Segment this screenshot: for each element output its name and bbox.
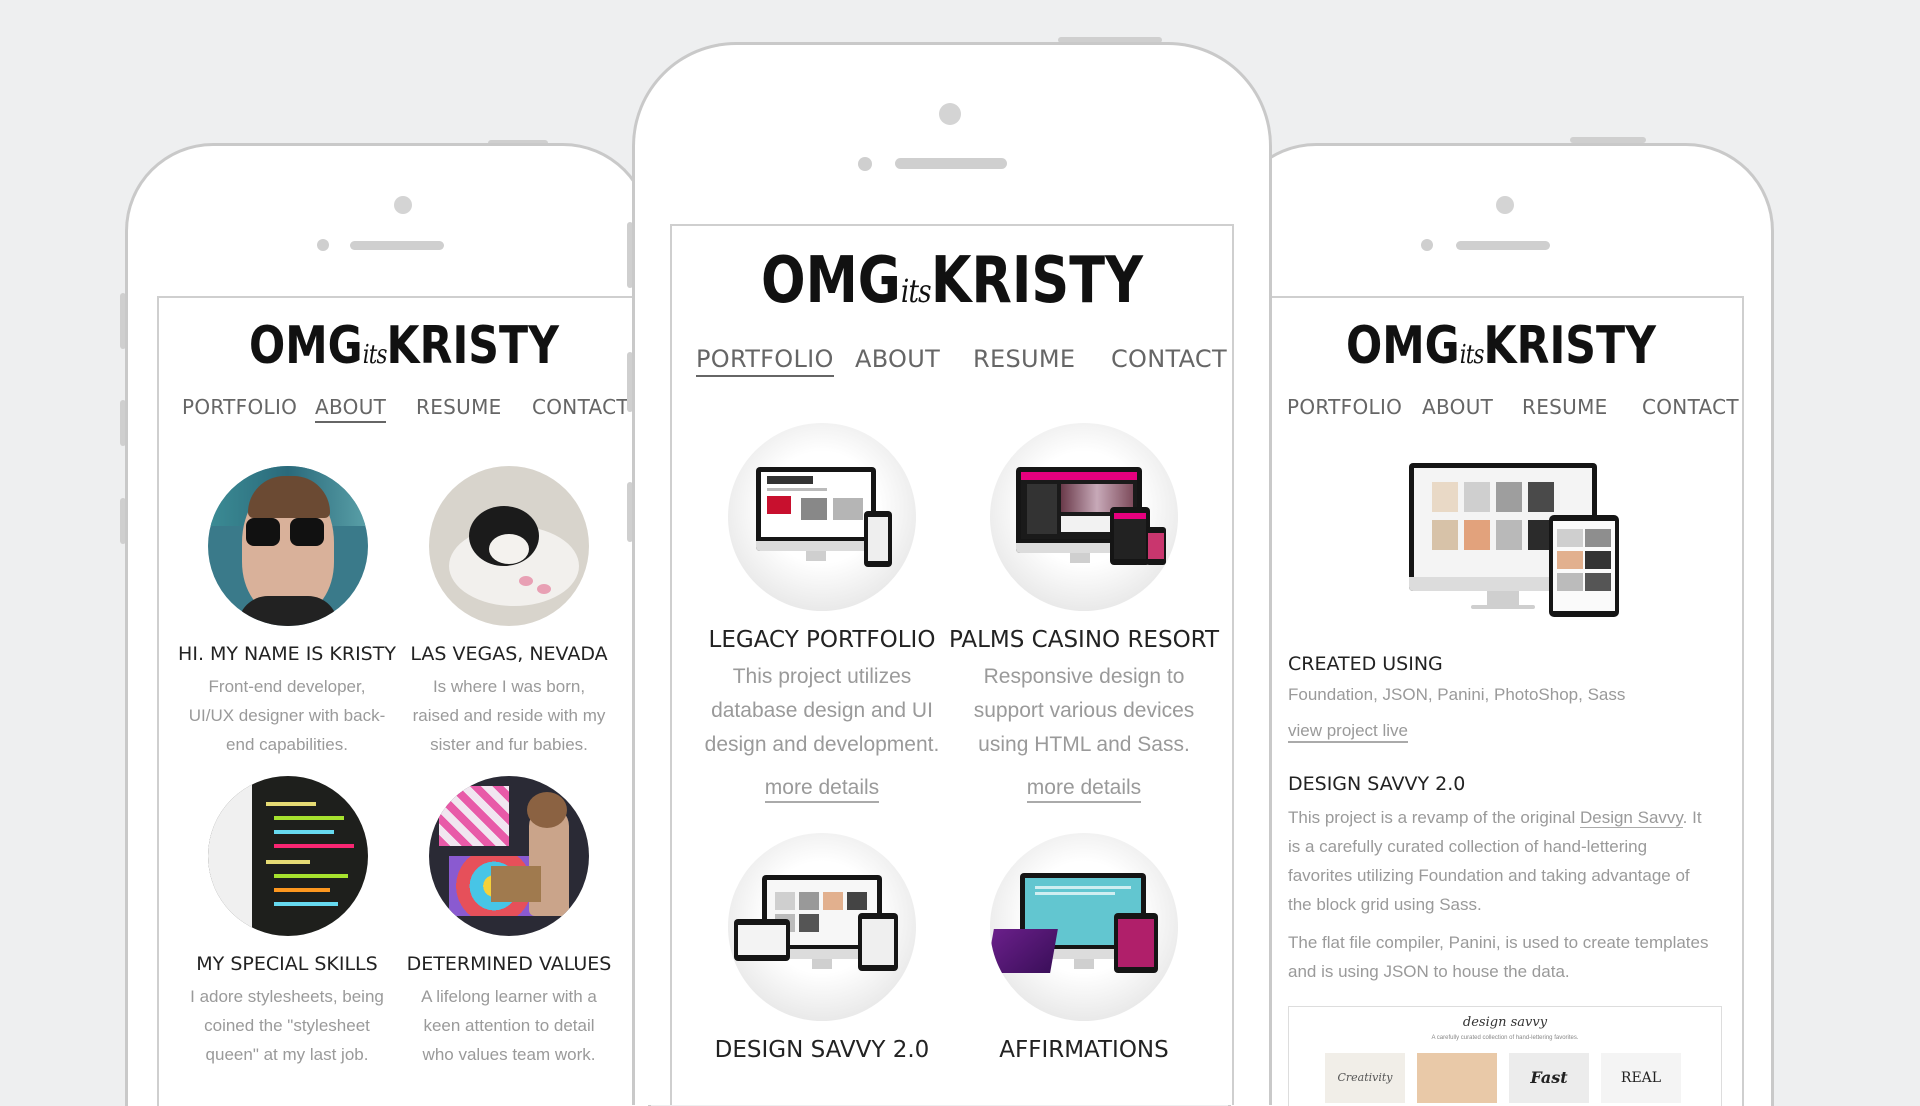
profile-photo — [208, 466, 368, 626]
about-card-title: HI. MY NAME IS KRISTY — [178, 643, 396, 665]
project-thumb-design-savvy[interactable] — [728, 833, 916, 1021]
preview-tile — [1417, 1053, 1497, 1103]
nav-contact[interactable]: CONTACT — [532, 395, 629, 419]
project-preview-image: design savvy A carefully curated collect… — [1288, 1006, 1722, 1106]
phone-right-camera — [1421, 239, 1433, 251]
project-card-text: This project utilizes database design and… — [704, 665, 940, 756]
code-photo — [208, 776, 368, 936]
nav-resume[interactable]: RESUME — [973, 345, 1075, 373]
preview-title: design savvy — [1462, 1015, 1548, 1030]
project-thumb-legacy[interactable] — [728, 423, 916, 611]
phone-left-screen: OMGitsKRISTY PORTFOLIO ABOUT RESUME CONT… — [157, 296, 648, 1106]
about-card-text: A lifelong learner with a keen attention … — [421, 987, 597, 1064]
cat-photo — [429, 466, 589, 626]
phone-center: OMGitsKRISTY PORTFOLIO ABOUT RESUME CONT… — [632, 42, 1272, 1105]
phone-left: OMGitsKRISTY PORTFOLIO ABOUT RESUME CONT… — [125, 143, 651, 1106]
phone-right: OMGitsKRISTY PORTFOLIO ABOUT RESUME CONT… — [1228, 143, 1774, 1106]
nav-about[interactable]: ABOUT — [1422, 395, 1493, 419]
created-using-title: CREATED USING — [1288, 653, 1443, 675]
project-description: This project is a revamp of the original… — [1288, 808, 1702, 914]
site-logo[interactable]: OMGitsKRISTY — [1280, 316, 1723, 376]
nav-resume[interactable]: RESUME — [1522, 395, 1608, 419]
phone-right-speaker — [1456, 241, 1550, 250]
nav-portfolio[interactable]: PORTFOLIO — [182, 395, 297, 419]
preview-tile: Creativity — [1325, 1053, 1405, 1103]
nav-contact[interactable]: CONTACT — [1642, 395, 1739, 419]
phone-center-sensor — [939, 103, 961, 125]
project-card-text: Responsive design to support various devi… — [973, 665, 1195, 756]
project-thumb-affirmations[interactable] — [990, 833, 1178, 1021]
project-card-title: PALMS CASINO RESORT — [948, 627, 1220, 653]
preview-tile: Fast — [1509, 1053, 1589, 1103]
about-card-title: MY SPECIAL SKILLS — [196, 953, 378, 975]
nav-portfolio[interactable]: PORTFOLIO — [696, 345, 834, 377]
nav-portfolio[interactable]: PORTFOLIO — [1287, 395, 1402, 419]
nav-about[interactable]: ABOUT — [315, 395, 387, 423]
project-card-title: AFFIRMATIONS — [999, 1037, 1169, 1063]
phone-right-sensor — [1496, 196, 1514, 214]
nav-about[interactable]: ABOUT — [855, 345, 940, 373]
logo-its-script: its — [900, 272, 932, 310]
nav-resume[interactable]: RESUME — [416, 395, 502, 419]
view-project-live-link[interactable]: view project live — [1288, 721, 1408, 743]
project-title: DESIGN SAVVY 2.0 — [1288, 773, 1466, 795]
phone-center-speaker — [895, 158, 1007, 169]
nav-contact[interactable]: CONTACT — [1111, 345, 1227, 373]
reading-photo — [429, 776, 589, 936]
phone-right-screen: OMGitsKRISTY PORTFOLIO ABOUT RESUME CONT… — [1231, 296, 1744, 1106]
project-thumb-palms[interactable] — [990, 423, 1178, 611]
phone-center-camera — [858, 157, 872, 171]
project-hero-image — [1409, 463, 1629, 623]
about-card-text: Front-end developer, UI/UX designer with … — [188, 677, 386, 754]
preview-tile: REAL — [1601, 1053, 1681, 1103]
about-card-title: LAS VEGAS, NEVADA — [410, 643, 608, 665]
created-using-text: Foundation, JSON, Panini, PhotoShop, Sas… — [1288, 685, 1626, 704]
logo-its-script: its — [362, 340, 388, 370]
phone-left-sensor — [394, 196, 412, 214]
logo-its-script: its — [1459, 340, 1485, 370]
about-card-text: I adore stylesheets, being coined the "st… — [190, 987, 384, 1064]
site-logo[interactable]: OMGitsKRISTY — [203, 316, 605, 376]
about-card-text: Is where I was born, raised and reside wi… — [412, 677, 606, 754]
phone-left-camera — [317, 239, 329, 251]
about-card-title: DETERMINED VALUES — [406, 953, 612, 975]
design-savvy-link[interactable]: Design Savvy — [1579, 808, 1683, 828]
preview-subtitle: A carefully curated collection of hand-l… — [1431, 1035, 1579, 1041]
tablet-mockup — [1549, 515, 1619, 617]
phone-center-screen: OMGitsKRISTY PORTFOLIO ABOUT RESUME CONT… — [670, 224, 1234, 1105]
site-logo[interactable]: OMGitsKRISTY — [722, 244, 1181, 318]
more-details-link[interactable]: more details — [682, 776, 962, 803]
more-details-link[interactable]: more details — [944, 776, 1224, 803]
project-card-title: LEGACY PORTFOLIO — [708, 627, 936, 653]
phone-left-speaker — [350, 241, 444, 250]
project-description-2: The flat file compiler, Panini, is used … — [1288, 933, 1709, 981]
project-card-title: DESIGN SAVVY 2.0 — [714, 1037, 930, 1063]
